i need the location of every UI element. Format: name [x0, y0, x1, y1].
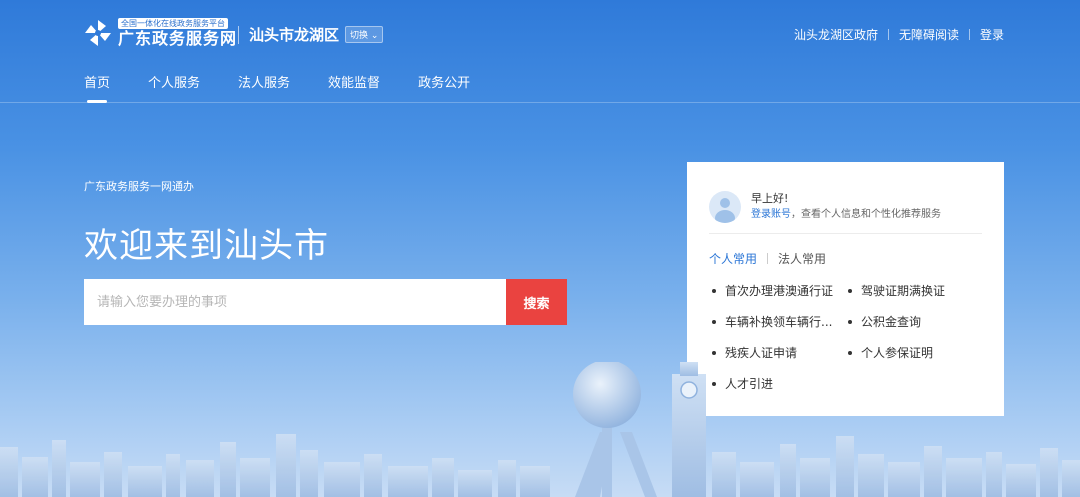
service-item[interactable]: 车辆补换领车辆行...: [709, 313, 845, 330]
site-header: 全国一体化在线政务服务平台 广东政务服务网 汕头市龙湖区 切换 ⌄ 汕头龙湖区政…: [0, 0, 1080, 103]
divider: [238, 25, 239, 44]
login-description: ，查看个人信息和个性化推荐服务: [791, 209, 941, 220]
service-label: 车辆补换领车辆行...: [725, 315, 833, 329]
district-gov-link[interactable]: 汕头龙湖区政府: [794, 26, 878, 43]
pinwheel-logo-icon: [84, 19, 112, 47]
main-nav: 首页 个人服务 法人服务 效能监督 政务公开: [84, 72, 508, 103]
login-link[interactable]: 登录: [980, 26, 1004, 43]
service-label: 残疾人证申请: [725, 346, 798, 360]
top-links: 汕头龙湖区政府 无障碍阅读 登录: [794, 26, 1004, 43]
login-account-link[interactable]: 登录账号: [751, 209, 791, 220]
bullet-icon: [712, 288, 716, 293]
search-input[interactable]: [84, 279, 506, 325]
bullet-icon: [712, 319, 716, 324]
city-skyline-illustration: [0, 362, 1080, 497]
accessibility-link[interactable]: 无障碍阅读: [899, 26, 959, 43]
avatar-icon[interactable]: [709, 191, 741, 223]
tab-personal-common[interactable]: 个人常用: [709, 250, 757, 267]
hero-subtitle: 广东政务服务一网通办: [84, 180, 194, 193]
service-item[interactable]: 公积金查询: [845, 313, 975, 330]
bullet-icon: [848, 319, 852, 324]
service-item[interactable]: 首次办理港澳通行证: [709, 282, 845, 299]
login-prompt: 登录账号，查看个人信息和个性化推荐服务: [751, 207, 941, 223]
service-item[interactable]: 残疾人证申请: [709, 344, 845, 361]
nav-efficiency-supervision[interactable]: 效能监督: [328, 72, 380, 103]
divider: [968, 29, 970, 40]
bullet-icon: [848, 350, 852, 355]
bullet-icon: [712, 350, 716, 355]
divider: [767, 253, 769, 264]
bullet-icon: [848, 288, 852, 293]
city-selector: 汕头市龙湖区 切换 ⌄: [238, 24, 384, 45]
service-label: 个人参保证明: [861, 346, 934, 360]
service-item[interactable]: 驾驶证期满换证: [845, 282, 975, 299]
search-bar: 搜索: [84, 279, 567, 325]
hero-title: 欢迎来到汕头市: [84, 226, 329, 266]
nav-legal-entity-services[interactable]: 法人服务: [238, 72, 290, 103]
switch-city-button[interactable]: 切换 ⌄: [345, 26, 384, 43]
nav-government-affairs[interactable]: 政务公开: [418, 72, 470, 103]
nav-personal-services[interactable]: 个人服务: [148, 72, 200, 103]
service-label: 公积金查询: [861, 315, 922, 329]
current-city: 汕头市龙湖区: [249, 26, 340, 44]
chevron-down-icon: ⌄: [370, 31, 379, 41]
tab-legal-entity-common[interactable]: 法人常用: [778, 250, 826, 267]
switch-label: 切换: [350, 31, 369, 41]
nav-home[interactable]: 首页: [84, 72, 110, 103]
greeting-text: 早上好!: [751, 192, 789, 205]
search-button[interactable]: 搜索: [506, 279, 567, 325]
greeting-block: 早上好! 登录账号，查看个人信息和个性化推荐服务: [709, 162, 982, 234]
site-logo[interactable]: 全国一体化在线政务服务平台 广东政务服务网: [84, 18, 237, 48]
service-label: 首次办理港澳通行证: [725, 284, 834, 298]
service-label: 驾驶证期满换证: [861, 284, 946, 298]
logo-name: 广东政务服务网: [118, 29, 238, 48]
service-item[interactable]: 个人参保证明: [845, 344, 975, 361]
common-services-tabs: 个人常用 法人常用: [709, 250, 982, 267]
logo-tagline: 全国一体化在线政务服务平台: [118, 18, 228, 29]
divider: [887, 29, 889, 40]
